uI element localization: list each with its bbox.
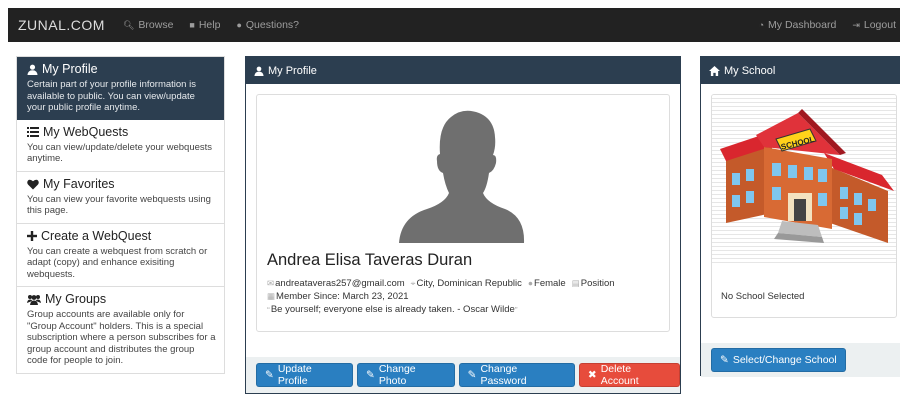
nav-dashboard-link[interactable]: ◔ My Dashboard bbox=[759, 19, 837, 31]
trash-icon: ✖ bbox=[587, 369, 597, 381]
nav-dashboard-label: My Dashboard bbox=[768, 19, 837, 31]
delete-account-button[interactable]: ✖ Delete Account bbox=[578, 363, 680, 387]
sidebar-item-my-webquests[interactable]: My WebQuests You can view/update/delete … bbox=[17, 119, 224, 172]
dashboard-icon: ◔ bbox=[758, 20, 765, 30]
sidebar-item-label: My Groups bbox=[45, 292, 107, 306]
profile-quote: Be yourself; everyone else is already ta… bbox=[270, 304, 515, 315]
search-icon: 🔍︎ bbox=[122, 19, 135, 30]
top-navbar: ZUNAL.COM 🔍︎ Browse ■ Help ● Questions? … bbox=[8, 8, 900, 42]
member-since-row: ▦Member Since: March 23, 2021 bbox=[267, 291, 409, 302]
profile-email: andreataveras257@gmail.com bbox=[275, 278, 405, 289]
profile-member-since: Member Since: March 23, 2021 bbox=[276, 291, 409, 302]
user-icon bbox=[254, 66, 264, 76]
select-change-school-label: Select/Change School bbox=[732, 354, 837, 366]
sidebar-item-desc: You can view your favorite webquests usi… bbox=[27, 193, 211, 217]
brand-logo[interactable]: ZUNAL.COM bbox=[18, 17, 105, 33]
profile-panel-title: My Profile bbox=[268, 64, 317, 77]
change-photo-button[interactable]: ✎ Change Photo bbox=[357, 363, 455, 387]
pencil-icon: ✎ bbox=[720, 354, 729, 366]
nav-logout-link[interactable]: ⇥ Logout bbox=[852, 19, 896, 31]
school-image: SCHOOL bbox=[712, 95, 896, 265]
profile-meta-row: ✉andreataveras257@gmail.com ⌖City, Domin… bbox=[267, 278, 615, 289]
sidebar-item-label: My Favorites bbox=[43, 176, 115, 191]
sidebar-item-desc: Certain part of your profile information… bbox=[27, 79, 196, 113]
sidebar-item-my-profile[interactable]: My Profile Certain part of your profile … bbox=[17, 57, 224, 120]
map-marker-icon: ⌖ bbox=[410, 278, 416, 288]
change-photo-label: Change Photo bbox=[378, 363, 416, 387]
plus-icon bbox=[27, 231, 37, 241]
profile-gender: Female bbox=[534, 278, 566, 289]
sidebar-item-my-favorites[interactable]: My Favorites You can view your favorite … bbox=[17, 171, 224, 224]
change-password-label: Change Password bbox=[480, 363, 527, 387]
logout-icon: ⇥ bbox=[852, 19, 860, 30]
calendar-icon: ▦ bbox=[267, 291, 276, 301]
nav-browse-link[interactable]: 🔍︎ Browse bbox=[123, 19, 173, 31]
sidebar-item-desc: You can create a webquest from scratch o… bbox=[27, 245, 208, 280]
select-change-school-button[interactable]: ✎ Select/Change School bbox=[711, 348, 846, 372]
heart-icon bbox=[27, 179, 39, 189]
briefcase-icon: ▤ bbox=[571, 278, 580, 288]
book-icon: ■ bbox=[189, 20, 195, 30]
pencil-icon: ✎ bbox=[366, 369, 375, 381]
school-panel-header: My School bbox=[701, 57, 900, 84]
school-status: No School Selected bbox=[721, 291, 805, 302]
nav-questions-label: Questions? bbox=[245, 19, 300, 31]
nav-right-group: ◔ My Dashboard ⇥ Logout bbox=[743, 19, 900, 31]
sidebar-item-my-groups[interactable]: My Groups Group accounts are available o… bbox=[17, 287, 224, 373]
delete-account-label: Delete Account bbox=[600, 363, 639, 387]
profile-actions-bar: ✎ Update Profile ✎ Change Photo ✎ Change… bbox=[246, 357, 680, 393]
sidebar-menu: My Profile Certain part of your profile … bbox=[16, 56, 225, 374]
sidebar-item-create-webquest[interactable]: Create a WebQuest You can create a webqu… bbox=[17, 223, 224, 287]
nav-help-label: Help bbox=[198, 19, 221, 31]
users-icon bbox=[27, 295, 41, 305]
sidebar-item-label: My Profile bbox=[42, 62, 98, 76]
pencil-icon: ✎ bbox=[467, 369, 477, 381]
school-panel-title: My School bbox=[724, 64, 776, 77]
sidebar-item-desc: You can view/update/delete your webquest… bbox=[27, 141, 213, 165]
quote-right-icon: ” bbox=[514, 304, 518, 315]
nav-help-link[interactable]: ■ Help bbox=[189, 19, 220, 31]
school-card: SCHOOL No School Selected bbox=[711, 94, 897, 318]
profile-panel-header: My Profile bbox=[246, 57, 680, 84]
list-icon bbox=[27, 127, 39, 137]
quote-left-icon: “ bbox=[267, 304, 270, 315]
update-profile-label: Update Profile bbox=[277, 363, 312, 387]
pencil-icon: ✎ bbox=[265, 369, 274, 381]
avatar-placeholder bbox=[399, 110, 525, 243]
nav-browse-label: Browse bbox=[138, 19, 174, 31]
comments-icon: ● bbox=[236, 20, 242, 30]
profile-position: Position bbox=[580, 278, 615, 289]
change-password-button[interactable]: ✎ Change Password bbox=[458, 363, 575, 387]
quote-row: “ Be yourself; everyone else is already … bbox=[267, 304, 519, 315]
envelope-icon: ✉ bbox=[267, 278, 275, 288]
school-building-icon: SCHOOL bbox=[720, 109, 894, 243]
profile-panel: My Profile Andrea Elisa Taveras Duran ✉a… bbox=[245, 56, 681, 394]
update-profile-button[interactable]: ✎ Update Profile bbox=[256, 363, 354, 387]
sidebar-item-desc: Group accounts are available only for "G… bbox=[27, 309, 216, 366]
nav-questions-link[interactable]: ● Questions? bbox=[236, 19, 299, 31]
nav-logout-label: Logout bbox=[863, 19, 896, 31]
profile-card: Andrea Elisa Taveras Duran ✉andreatavera… bbox=[256, 94, 670, 332]
sidebar-item-label: My WebQuests bbox=[43, 124, 129, 139]
school-panel: My School SCHOOL No School Selected ✎ Se… bbox=[700, 56, 900, 377]
home-icon bbox=[709, 65, 720, 76]
school-actions-bar: ✎ Select/Change School bbox=[701, 343, 900, 377]
profile-location: City, Dominican Republic bbox=[416, 278, 522, 289]
user-icon bbox=[27, 64, 38, 75]
user-icon: ● bbox=[527, 278, 534, 288]
profile-name: Andrea Elisa Taveras Duran bbox=[267, 251, 473, 269]
sidebar-item-label: Create a WebQuest bbox=[41, 228, 152, 243]
